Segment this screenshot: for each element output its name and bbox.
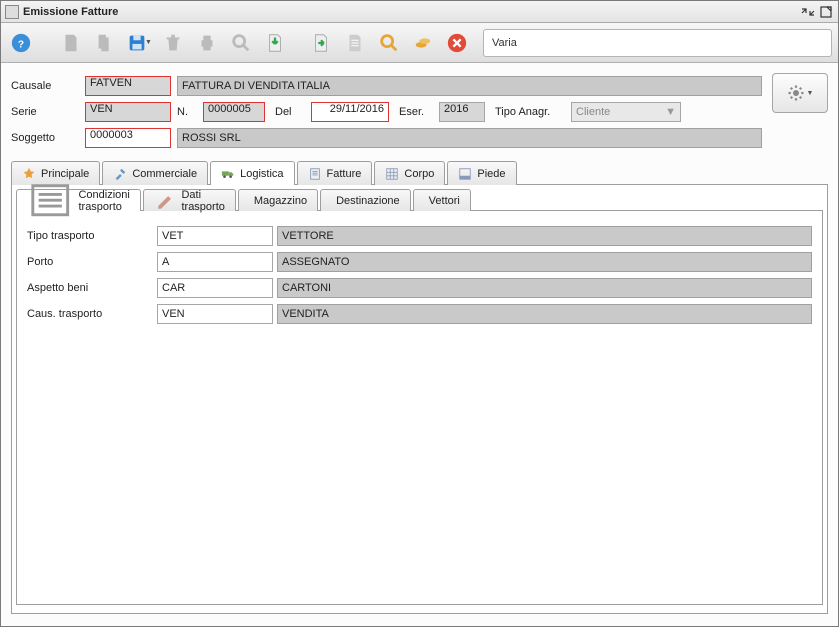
- cond-label: Caus. trasporto: [27, 308, 157, 320]
- tipoanagr-value: Cliente: [576, 106, 610, 118]
- tab-logistica[interactable]: Logistica: [210, 161, 294, 185]
- truck-icon: [221, 167, 235, 181]
- del-label: Del: [275, 106, 311, 118]
- export-button[interactable]: [307, 29, 335, 57]
- tab-commerciale[interactable]: Commerciale: [102, 161, 208, 185]
- sub-tabstrip: Condizioni trasporto Dati trasporto Maga…: [16, 189, 823, 211]
- n-label: N.: [177, 106, 203, 118]
- tab-piede[interactable]: Piede: [447, 161, 516, 185]
- money-button[interactable]: [409, 29, 437, 57]
- tipoanagr-label: Tipo Anagr.: [495, 106, 571, 118]
- search-button[interactable]: [227, 29, 255, 57]
- close-button[interactable]: [443, 29, 471, 57]
- soggetto-label: Soggetto: [11, 132, 85, 144]
- chevron-down-icon: ▼: [807, 90, 814, 97]
- cond-desc: CARTONI: [277, 278, 812, 298]
- titlebar: Emissione Fatture: [1, 1, 838, 23]
- tools-icon: [113, 167, 127, 181]
- subtab-magazzino[interactable]: Magazzino: [238, 189, 318, 211]
- restore-button[interactable]: [800, 5, 816, 19]
- subtab-dati-trasporto[interactable]: Dati trasporto: [143, 189, 236, 211]
- window-title: Emissione Fatture: [23, 6, 798, 18]
- import-button[interactable]: [261, 29, 289, 57]
- main-tab-body: Condizioni trasporto Dati trasporto Maga…: [11, 184, 828, 614]
- cond-label: Tipo trasporto: [27, 230, 157, 242]
- subtab-destinazione[interactable]: Destinazione: [320, 189, 411, 211]
- document-button[interactable]: [341, 29, 369, 57]
- causale-label: Causale: [11, 80, 85, 92]
- new-button[interactable]: [57, 29, 85, 57]
- del-value[interactable]: 29/11/2016: [311, 102, 389, 122]
- cond-desc: VETTORE: [277, 226, 812, 246]
- cond-desc: VENDITA: [277, 304, 812, 324]
- subtab-body: Tipo trasporto VETTORE Porto ASSEGNATO Aspet…: [16, 210, 823, 605]
- save-button[interactable]: ▼: [125, 29, 153, 57]
- main-tabstrip: Principale Commerciale Logistica Fatture…: [11, 161, 828, 185]
- cond-label: Porto: [27, 256, 157, 268]
- eser-value: 2016: [439, 102, 485, 122]
- soggetto-code[interactable]: 0000003: [85, 128, 171, 148]
- tipoanagr-select[interactable]: Cliente ▼: [571, 102, 681, 122]
- n-value[interactable]: 0000005: [203, 102, 265, 122]
- cond-code-input[interactable]: [157, 304, 273, 324]
- list-icon: [27, 177, 73, 223]
- serie-label: Serie: [11, 106, 85, 118]
- header-form: Causale FATVEN FATTURA DI VENDITA ITALIA…: [1, 63, 838, 155]
- pen-icon: [154, 189, 177, 212]
- tab-corpo[interactable]: Corpo: [374, 161, 445, 185]
- copy-button[interactable]: [91, 29, 119, 57]
- grid-icon: [385, 167, 399, 181]
- subtab-vettori[interactable]: Vettori: [413, 189, 471, 211]
- footer-icon: [458, 167, 472, 181]
- help-button[interactable]: ?: [7, 29, 35, 57]
- cond-label: Aspetto beni: [27, 282, 157, 294]
- delete-button[interactable]: [159, 29, 187, 57]
- cond-desc: ASSEGNATO: [277, 252, 812, 272]
- status-field: Varia: [483, 29, 832, 57]
- cond-row: Porto ASSEGNATO: [27, 249, 812, 275]
- cond-code-input[interactable]: [157, 278, 273, 298]
- view-button[interactable]: [375, 29, 403, 57]
- subtab-condizioni[interactable]: Condizioni trasporto: [16, 189, 141, 211]
- eser-label: Eser.: [399, 106, 439, 118]
- cond-row: Aspetto beni CARTONI: [27, 275, 812, 301]
- svg-text:?: ?: [18, 39, 24, 50]
- causale-code[interactable]: FATVEN: [85, 76, 171, 96]
- chevron-down-icon: ▼: [665, 106, 676, 118]
- serie-code[interactable]: VEN: [85, 102, 171, 122]
- print-button[interactable]: [193, 29, 221, 57]
- causale-desc: FATTURA DI VENDITA ITALIA: [177, 76, 762, 96]
- cond-code-input[interactable]: [157, 252, 273, 272]
- toolbar: ? ▼: [1, 23, 838, 63]
- gear-icon: [787, 84, 805, 102]
- window-frame: Emissione Fatture ? ▼: [0, 0, 839, 627]
- tab-fatture[interactable]: Fatture: [297, 161, 373, 185]
- settings-button[interactable]: ▼: [772, 73, 828, 113]
- soggetto-desc: ROSSI SRL: [177, 128, 762, 148]
- cond-row: Caus. trasporto VENDITA: [27, 301, 812, 327]
- doc-icon: [308, 167, 322, 181]
- window-icon: [5, 5, 19, 19]
- maximize-button[interactable]: [818, 5, 834, 19]
- cond-code-input[interactable]: [157, 226, 273, 246]
- cond-row: Tipo trasporto VETTORE: [27, 223, 812, 249]
